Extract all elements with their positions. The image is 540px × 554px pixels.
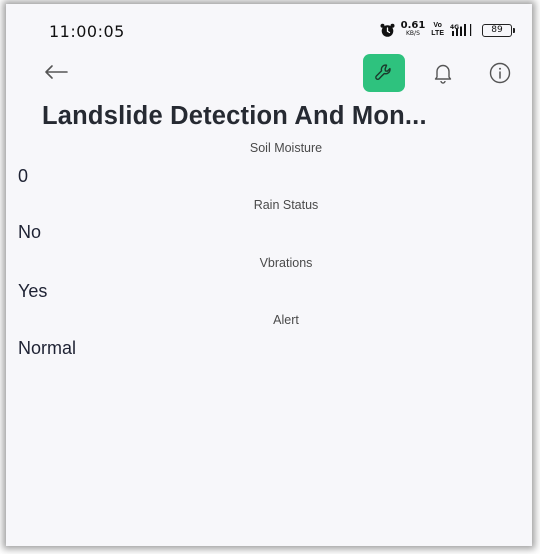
alert-label: Alert — [273, 313, 299, 327]
info-icon — [489, 62, 511, 84]
volte-indicator: Vo LTE — [431, 22, 444, 38]
soil-moisture-label: Soil Moisture — [249, 141, 323, 155]
info-button[interactable] — [487, 60, 513, 86]
status-bar: 11:00:05 0.61 KB/S Vo LTE 4G 89 — [6, 4, 532, 48]
battery-icon: 89 — [482, 23, 515, 37]
vibrations-label: Vbrations — [259, 256, 313, 270]
back-button[interactable] — [42, 58, 70, 86]
volte-top: Vo — [433, 22, 442, 29]
notifications-button[interactable] — [430, 60, 456, 86]
page-title: Landslide Detection And Mon... — [42, 102, 427, 130]
network-speed-value: 0.61 — [400, 20, 426, 31]
settings-tool-button[interactable] — [363, 54, 405, 92]
network-speed: 0.61 KB/S — [400, 20, 426, 38]
rain-status-label: Rain Status — [253, 198, 319, 212]
network-speed-unit: KB/S — [406, 30, 420, 37]
status-time: 11:00:05 — [49, 22, 125, 41]
vibrations-value: Yes — [18, 281, 48, 301]
signal-icon: 4G — [450, 23, 476, 37]
bell-icon — [434, 64, 452, 84]
status-icons: 0.61 KB/S Vo LTE 4G 89 — [380, 20, 515, 40]
wrench-icon — [375, 64, 391, 80]
back-arrow-icon — [45, 65, 68, 79]
alarm-icon — [380, 23, 395, 38]
phone-screen: 11:00:05 0.61 KB/S Vo LTE 4G 89 Landslid… — [6, 4, 532, 546]
volte-bottom: LTE — [431, 30, 444, 37]
soil-moisture-value: 0 — [18, 166, 29, 186]
rain-status-value: No — [18, 222, 42, 242]
alert-value: Normal — [18, 338, 77, 358]
